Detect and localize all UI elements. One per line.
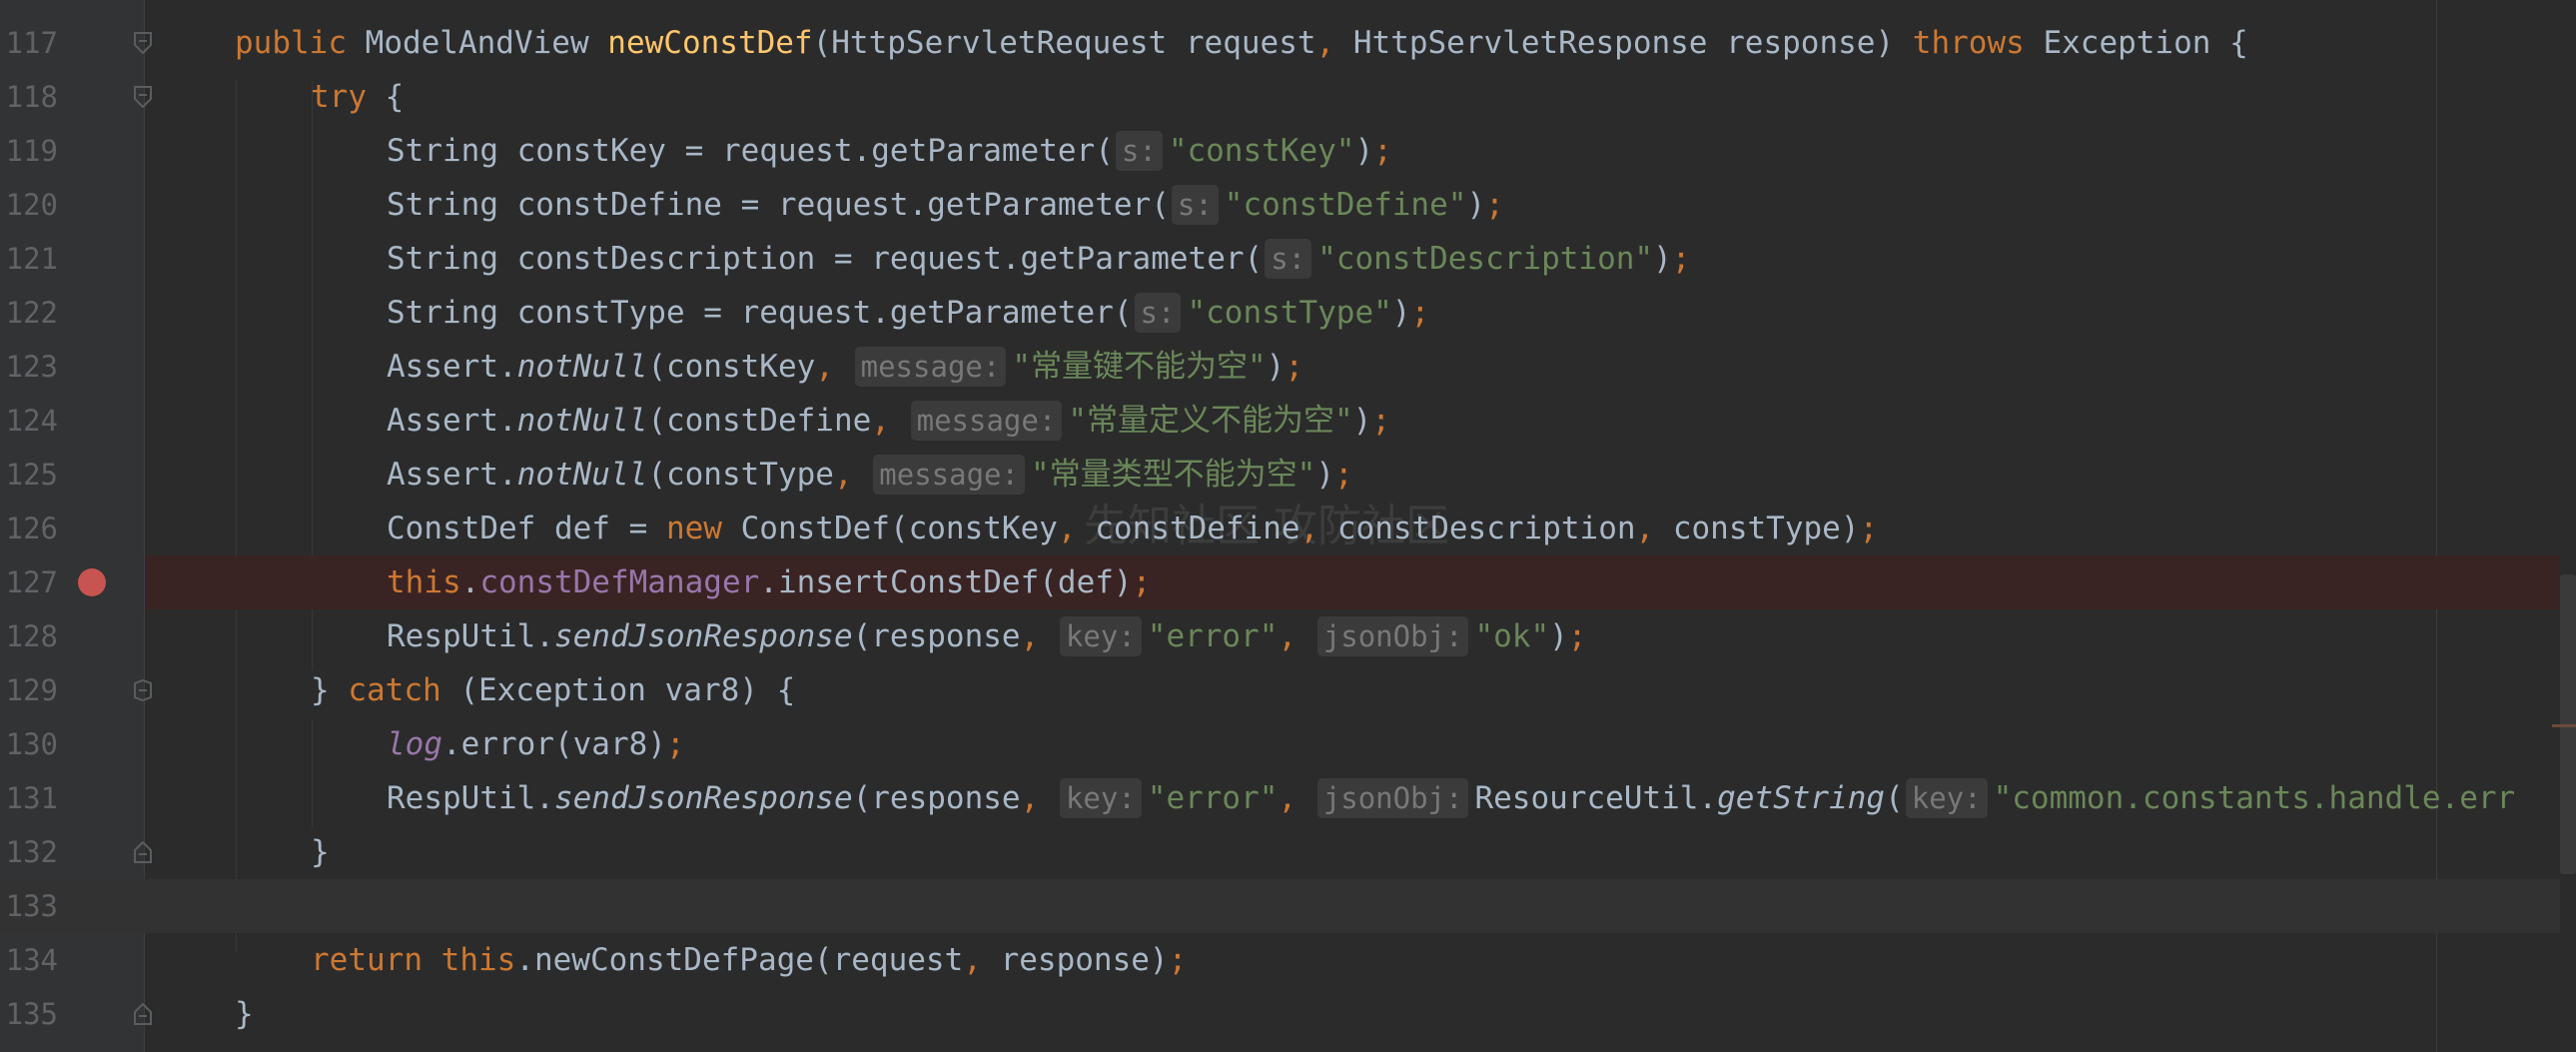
breakpoint-icon[interactable] xyxy=(78,568,106,596)
code-line[interactable]: 129 } catch (Exception var8) { xyxy=(0,663,2576,717)
code-line[interactable]: 121 String constDescription = request.ge… xyxy=(0,232,2576,286)
code-text: Assert.notNull(constKey, message: "常量键不能为… xyxy=(387,347,1303,387)
code-line[interactable]: 131 RespUtil.sendJsonResponse(response, … xyxy=(0,771,2576,825)
code-line-content: } catch (Exception var8) { xyxy=(145,663,2576,717)
line-number: 125 xyxy=(5,458,58,492)
code-text: String constType = request.getParameter(… xyxy=(387,293,1430,333)
line-number: 124 xyxy=(5,404,58,438)
line-number: 135 xyxy=(5,997,58,1031)
code-line-content: RespUtil.sendJsonResponse(response, key:… xyxy=(145,609,2576,663)
code-line[interactable]: 124 Assert.notNull(constDefine, message:… xyxy=(0,394,2576,448)
code-line-breakpoint[interactable]: 127 this.constDefManager.insertConstDef(… xyxy=(0,555,2576,609)
code-line-content xyxy=(145,879,2576,933)
code-line-content: String constKey = request.getParameter(s… xyxy=(145,124,2576,178)
code-line[interactable]: 132 } xyxy=(0,825,2576,879)
line-number: 132 xyxy=(5,835,58,869)
line-number: 118 xyxy=(5,80,58,114)
code-line[interactable]: 134 return this.newConstDefPage(request,… xyxy=(0,933,2576,987)
line-number: 121 xyxy=(5,242,58,276)
line-number: 134 xyxy=(5,943,58,977)
code-text: Assert.notNull(constDefine, message: "常量定… xyxy=(387,401,1390,441)
code-line-content: } xyxy=(145,825,2576,879)
code-line[interactable]: 117 public ModelAndView newConstDef(Http… xyxy=(0,16,2576,70)
code-text: public ModelAndView newConstDef(HttpServ… xyxy=(235,25,2248,61)
parameter-hint: message: xyxy=(910,401,1063,441)
code-editor[interactable]: 117 public ModelAndView newConstDef(Http… xyxy=(0,0,2576,1052)
code-line[interactable]: 135 } xyxy=(0,987,2576,1041)
code-line-content: log.error(var8); xyxy=(145,717,2576,771)
code-text: this.constDefManager.insertConstDef(def)… xyxy=(387,564,1152,600)
parameter-hint: s: xyxy=(1134,293,1182,333)
parameter-hint: key: xyxy=(1905,778,1988,818)
code-text: } xyxy=(235,996,254,1032)
code-text: String constDescription = request.getPar… xyxy=(387,239,1691,279)
parameter-hint: message: xyxy=(873,455,1025,495)
line-number: 130 xyxy=(5,727,58,761)
code-line[interactable]: 128 RespUtil.sendJsonResponse(response, … xyxy=(0,609,2576,663)
code-text: RespUtil.sendJsonResponse(response, key:… xyxy=(387,778,2516,818)
line-number: 120 xyxy=(5,188,58,222)
parameter-hint: key: xyxy=(1059,616,1142,656)
code-line[interactable]: 118 try { xyxy=(0,70,2576,124)
code-text: String constDefine = request.getParamete… xyxy=(387,185,1504,225)
line-number: 131 xyxy=(5,781,58,815)
code-line-current[interactable]: 133 xyxy=(0,879,2576,933)
code-text: log.error(var8); xyxy=(387,726,685,762)
line-number: 126 xyxy=(5,512,58,545)
line-number: 119 xyxy=(5,134,58,168)
parameter-hint: key: xyxy=(1059,778,1142,818)
line-number: 123 xyxy=(5,350,58,384)
parameter-hint: jsonObj: xyxy=(1316,778,1469,818)
line-number: 133 xyxy=(5,889,58,923)
code-text: } xyxy=(311,834,330,870)
code-text: RespUtil.sendJsonResponse(response, key:… xyxy=(387,616,1587,656)
error-stripe-marker[interactable] xyxy=(2552,724,2576,727)
code-line-content: try { xyxy=(145,70,2576,124)
line-number: 122 xyxy=(5,296,58,330)
code-line-content: } xyxy=(145,987,2576,1041)
code-line-content: String constType = request.getParameter(… xyxy=(145,286,2576,340)
code-line[interactable]: 119 String constKey = request.getParamet… xyxy=(0,124,2576,178)
line-number: 128 xyxy=(5,619,58,653)
code-text: } catch (Exception var8) { xyxy=(311,672,796,708)
code-line-content: String constDefine = request.getParamete… xyxy=(145,178,2576,232)
line-number: 127 xyxy=(5,565,58,599)
code-line-content: RespUtil.sendJsonResponse(response, key:… xyxy=(145,771,2576,825)
code-line-content: String constDescription = request.getPar… xyxy=(145,232,2576,286)
vertical-scrollbar[interactable] xyxy=(2560,0,2576,1052)
code-text: return this.newConstDefPage(request, res… xyxy=(311,942,1188,978)
line-number: 129 xyxy=(5,673,58,707)
watermark: 先知社区 攻防社区 xyxy=(1084,501,1449,551)
code-line-content: public ModelAndView newConstDef(HttpServ… xyxy=(145,16,2576,70)
code-line[interactable]: 120 String constDefine = request.getPara… xyxy=(0,178,2576,232)
parameter-hint: s: xyxy=(1115,131,1163,171)
code-line-content: Assert.notNull(constDefine, message: "常量定… xyxy=(145,394,2576,448)
code-line[interactable]: 130 log.error(var8); xyxy=(0,717,2576,771)
code-text: try { xyxy=(311,79,405,115)
parameter-hint: s: xyxy=(1171,185,1219,225)
code-text: String constKey = request.getParameter(s… xyxy=(387,131,1392,171)
code-line-content: Assert.notNull(constKey, message: "常量键不能为… xyxy=(145,340,2576,394)
parameter-hint: message: xyxy=(854,347,1007,387)
code-line[interactable]: 123 Assert.notNull(constKey, message: "常量… xyxy=(0,340,2576,394)
line-number: 117 xyxy=(5,26,58,60)
code-line-content: return this.newConstDefPage(request, res… xyxy=(145,933,2576,987)
parameter-hint: jsonObj: xyxy=(1316,616,1469,656)
code-line-content: this.constDefManager.insertConstDef(def)… xyxy=(145,555,2576,609)
parameter-hint: s: xyxy=(1265,239,1312,279)
code-line[interactable]: 122 String constType = request.getParame… xyxy=(0,286,2576,340)
